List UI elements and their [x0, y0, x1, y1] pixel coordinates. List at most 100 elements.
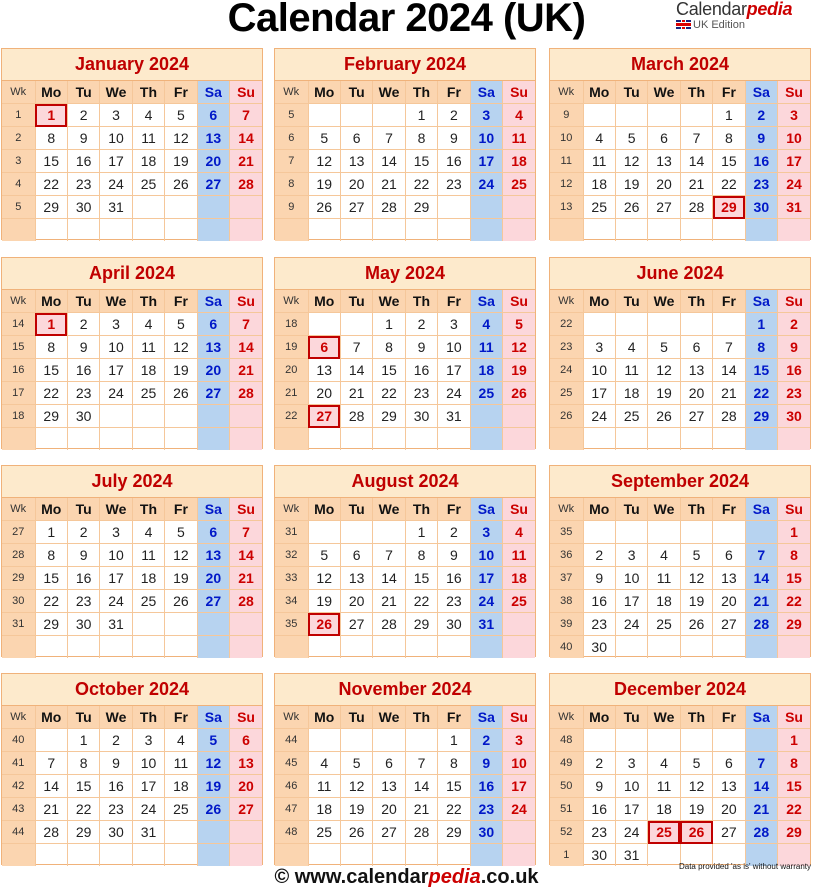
day-cell[interactable]: 7 [744, 543, 779, 567]
day-cell[interactable]: 22 [372, 381, 406, 405]
day-cell[interactable]: 22 [404, 172, 439, 196]
day-cell[interactable]: 11 [131, 126, 166, 150]
day-cell[interactable]: 21 [34, 797, 68, 821]
day-cell[interactable]: 26 [679, 612, 714, 636]
day-cell[interactable]: 26 [647, 404, 681, 428]
day-cell[interactable]: 29 [437, 820, 471, 844]
day-cell[interactable]: 22 [744, 381, 779, 405]
day-cell[interactable]: 29 [404, 195, 439, 219]
day-cell[interactable]: 3 [502, 728, 535, 752]
day-cell[interactable]: 16 [437, 566, 471, 590]
day-cell[interactable]: 15 [34, 358, 68, 382]
day-cell[interactable]: 12 [307, 149, 341, 173]
day-cell[interactable]: 29 [404, 612, 439, 636]
day-cell[interactable]: 20 [712, 589, 746, 613]
day-cell[interactable]: 15 [372, 358, 406, 382]
day-cell[interactable]: 29 [777, 612, 810, 636]
day-cell[interactable]: 4 [131, 103, 166, 127]
day-cell[interactable]: 27 [712, 612, 746, 636]
day-cell[interactable]: 12 [679, 774, 714, 798]
day-cell[interactable]: 17 [469, 566, 504, 590]
day-cell[interactable]: 8 [372, 335, 406, 359]
day-cell[interactable]: 22 [34, 589, 68, 613]
day-cell[interactable]: 13 [647, 149, 681, 173]
day-cell[interactable]: 26 [196, 797, 231, 821]
day-cell[interactable]: 7 [744, 751, 779, 775]
bank-holiday-cell[interactable]: 1 [34, 312, 68, 336]
day-cell[interactable]: 7 [229, 312, 262, 336]
day-cell[interactable]: 21 [679, 172, 714, 196]
day-cell[interactable]: 9 [582, 774, 616, 798]
day-cell[interactable]: 11 [131, 335, 166, 359]
day-cell[interactable]: 2 [744, 103, 779, 127]
day-cell[interactable]: 15 [744, 358, 779, 382]
day-cell[interactable]: 26 [164, 589, 198, 613]
day-cell[interactable]: 24 [614, 820, 649, 844]
day-cell[interactable]: 6 [229, 728, 262, 752]
day-cell[interactable]: 6 [339, 126, 374, 150]
day-cell[interactable]: 19 [307, 589, 341, 613]
day-cell[interactable]: 4 [307, 751, 341, 775]
day-cell[interactable]: 19 [502, 358, 535, 382]
day-cell[interactable]: 19 [164, 566, 198, 590]
day-cell[interactable]: 28 [339, 404, 374, 428]
day-cell[interactable]: 12 [502, 335, 535, 359]
day-cell[interactable]: 10 [99, 335, 133, 359]
day-cell[interactable]: 9 [744, 126, 779, 150]
day-cell[interactable]: 4 [582, 126, 616, 150]
day-cell[interactable]: 6 [712, 543, 746, 567]
day-cell[interactable]: 9 [582, 566, 616, 590]
day-cell[interactable]: 14 [229, 543, 262, 567]
day-cell[interactable]: 12 [339, 774, 374, 798]
day-cell[interactable]: 25 [502, 589, 535, 613]
day-cell[interactable]: 12 [614, 149, 649, 173]
day-cell[interactable]: 24 [469, 172, 504, 196]
day-cell[interactable]: 11 [469, 335, 504, 359]
day-cell[interactable]: 17 [437, 358, 471, 382]
day-cell[interactable]: 28 [744, 612, 779, 636]
day-cell[interactable]: 18 [164, 774, 198, 798]
day-cell[interactable]: 15 [437, 774, 471, 798]
day-cell[interactable]: 26 [339, 820, 374, 844]
day-cell[interactable]: 8 [744, 335, 779, 359]
day-cell[interactable]: 30 [66, 612, 101, 636]
day-cell[interactable]: 21 [744, 589, 779, 613]
day-cell[interactable]: 16 [582, 797, 616, 821]
day-cell[interactable]: 2 [437, 520, 471, 544]
day-cell[interactable]: 7 [712, 335, 746, 359]
day-cell[interactable]: 16 [744, 149, 779, 173]
day-cell[interactable]: 22 [777, 797, 810, 821]
day-cell[interactable]: 7 [372, 543, 406, 567]
bank-holiday-cell[interactable]: 27 [307, 404, 341, 428]
bank-holiday-cell[interactable]: 25 [647, 820, 681, 844]
day-cell[interactable]: 2 [66, 520, 101, 544]
day-cell[interactable]: 25 [582, 195, 616, 219]
day-cell[interactable]: 7 [372, 126, 406, 150]
day-cell[interactable]: 13 [339, 566, 374, 590]
day-cell[interactable]: 15 [34, 149, 68, 173]
day-cell[interactable]: 2 [582, 543, 616, 567]
day-cell[interactable]: 16 [437, 149, 471, 173]
day-cell[interactable]: 9 [777, 335, 810, 359]
day-cell[interactable]: 23 [437, 172, 471, 196]
day-cell[interactable]: 8 [404, 543, 439, 567]
day-cell[interactable]: 13 [372, 774, 406, 798]
day-cell[interactable]: 1 [404, 103, 439, 127]
day-cell[interactable]: 7 [229, 520, 262, 544]
day-cell[interactable]: 27 [196, 172, 231, 196]
day-cell[interactable]: 21 [372, 172, 406, 196]
day-cell[interactable]: 27 [339, 612, 374, 636]
day-cell[interactable]: 6 [679, 335, 714, 359]
day-cell[interactable]: 28 [744, 820, 779, 844]
day-cell[interactable]: 21 [229, 566, 262, 590]
day-cell[interactable]: 14 [744, 774, 779, 798]
day-cell[interactable]: 15 [404, 149, 439, 173]
day-cell[interactable]: 16 [66, 149, 101, 173]
day-cell[interactable]: 29 [66, 820, 101, 844]
day-cell[interactable]: 25 [614, 404, 649, 428]
day-cell[interactable]: 18 [502, 566, 535, 590]
day-cell[interactable]: 12 [196, 751, 231, 775]
day-cell[interactable]: 3 [469, 520, 504, 544]
day-cell[interactable]: 22 [437, 797, 471, 821]
day-cell[interactable]: 1 [712, 103, 746, 127]
